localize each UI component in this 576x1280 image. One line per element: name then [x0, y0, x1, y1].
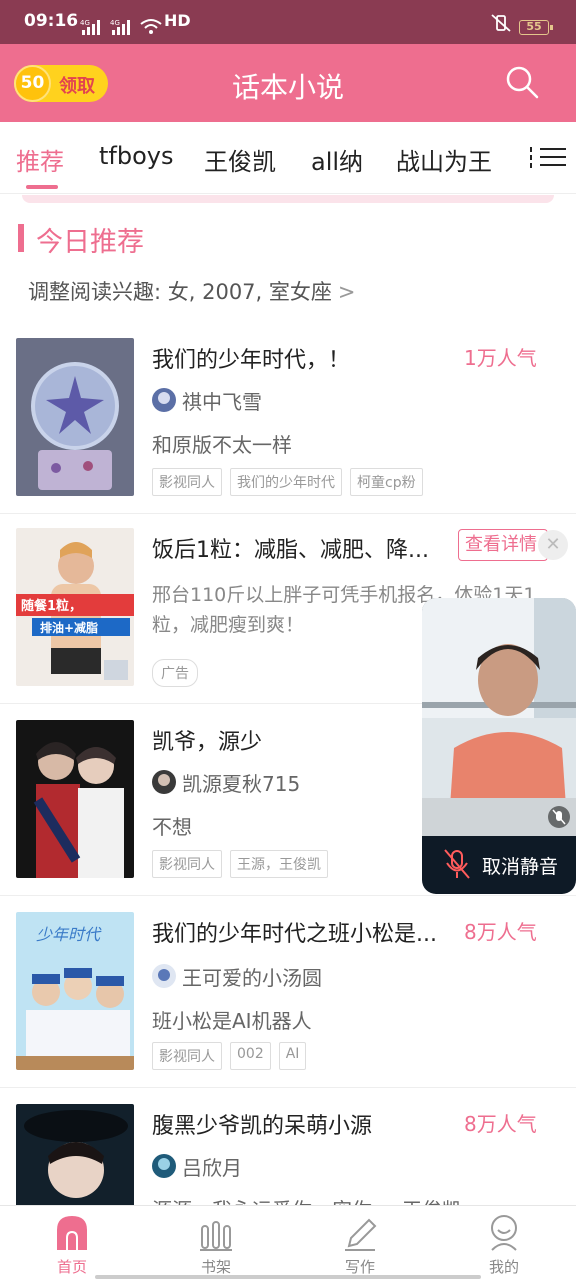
section-title: 今日推荐: [36, 227, 144, 258]
nav-label: 书架: [200, 1258, 231, 1276]
tag[interactable]: 王源，王俊凯: [230, 850, 328, 878]
nav-label: 首页: [56, 1258, 87, 1276]
book-card[interactable]: 我们的少年时代，！ 1万人气 祺中飞雪 和原版不太一样 影视同人 我们的少年时代…: [0, 322, 576, 514]
tab-allna[interactable]: all纳: [311, 142, 363, 177]
book-title: 凯爷，源少: [152, 730, 263, 755]
author-name: 祺中飞雪: [182, 390, 262, 414]
tag[interactable]: 002: [230, 1042, 271, 1070]
author-name: 吕欣月: [182, 1156, 242, 1180]
book-desc: 班小松是AI机器人: [152, 1009, 312, 1033]
author-name: 王可爱的小汤圆: [182, 966, 322, 990]
book-desc: 和原版不太一样: [152, 433, 292, 457]
book-popularity: 1万人气: [464, 346, 537, 370]
banner-edge: [22, 195, 554, 203]
author-avatar: [152, 770, 176, 794]
camera-preview: [422, 598, 576, 836]
tab-recommend[interactable]: 推荐: [16, 142, 64, 177]
book-cover: [16, 338, 134, 496]
nav-profile[interactable]: 我的: [432, 1206, 576, 1280]
nav-label: 我的: [488, 1258, 519, 1276]
bookshelf-icon: [200, 1221, 232, 1251]
tag[interactable]: 柯童cp粉: [350, 468, 423, 496]
profile-icon: [491, 1215, 517, 1251]
mic-off-small-icon: [548, 806, 570, 828]
tag[interactable]: 影视同人: [152, 1042, 222, 1070]
book-popularity: 8万人气: [464, 1112, 537, 1136]
author-avatar: [152, 388, 176, 412]
signal-2-icon: 4G: [110, 19, 130, 35]
author-avatar: [152, 964, 176, 988]
tag[interactable]: 影视同人: [152, 850, 222, 878]
svg-text:4G: 4G: [110, 19, 120, 27]
tab-wangjunkai[interactable]: 王俊凯: [204, 142, 276, 177]
book-cover: [16, 720, 134, 878]
ad-image-text-1: 随餐1粒，: [21, 598, 82, 614]
tab-tfboys[interactable]: tfboys: [99, 142, 173, 170]
mic-off-icon[interactable]: [442, 848, 472, 880]
book-popularity: 8万人气: [464, 920, 537, 944]
ad-badge: 广告: [152, 659, 198, 687]
search-icon[interactable]: [504, 64, 540, 100]
close-icon[interactable]: ✕: [538, 530, 568, 560]
status-time: 09:16: [24, 11, 79, 31]
view-details-button[interactable]: 查看详情: [458, 529, 548, 561]
adjust-interest-link[interactable]: 调整阅读兴趣: 女, 2007, 室女座 >: [28, 276, 356, 306]
ad-image-text-2: 排油+减脂: [40, 620, 98, 635]
menu-icon[interactable]: [528, 144, 568, 170]
battery-indicator: 55: [519, 20, 553, 35]
nav-label: 写作: [344, 1258, 375, 1276]
bottom-nav: 首页 书架 写作 我的: [0, 1205, 576, 1280]
book-tags: 影视同人 我们的少年时代 柯童cp粉: [152, 468, 423, 496]
network-type: HD: [164, 11, 191, 30]
book-title: 腹黑少爷凯的呆萌小源: [152, 1114, 373, 1139]
interest-text: 调整阅读兴趣: 女, 2007, 室女座: [28, 280, 332, 304]
vibrate-off-icon: [491, 14, 511, 32]
app-header: 50 领取 话本小说: [0, 44, 576, 122]
nav-write[interactable]: 写作: [288, 1206, 432, 1280]
tag[interactable]: 我们的少年时代: [230, 468, 342, 496]
signal-1-icon: 4G: [80, 19, 100, 35]
nav-home[interactable]: 首页: [0, 1206, 144, 1280]
pen-icon: [345, 1218, 377, 1251]
tag[interactable]: 影视同人: [152, 468, 222, 496]
book-cover: 少年时代: [16, 912, 134, 1070]
book-title: 我们的少年时代之班小松是...: [152, 922, 437, 947]
ad-image: 随餐1粒， 排油+减脂: [16, 528, 134, 686]
unmute-button[interactable]: 取消静音: [482, 852, 558, 879]
author-name: 凯源夏秋715: [182, 772, 301, 796]
active-tab-indicator: [26, 185, 58, 189]
book-desc: 不想: [152, 815, 192, 839]
book-title: 我们的少年时代，！: [152, 348, 351, 373]
home-icon: [57, 1216, 87, 1250]
chevron-right-icon: >: [337, 280, 356, 304]
book-tags: 影视同人 002 AI: [152, 1042, 307, 1070]
status-bar: 09:16 4G 4G HD 55: [0, 0, 576, 44]
home-indicator[interactable]: [95, 1275, 481, 1279]
wifi-icon: [140, 19, 162, 34]
svg-text:少年时代: 少年时代: [36, 925, 102, 944]
book-card[interactable]: 少年时代 我们的少年时代之班小松是... 8万人气 王可爱的小汤圆 班小松是AI…: [0, 896, 576, 1088]
tag[interactable]: AI: [278, 1042, 307, 1070]
svg-text:4G: 4G: [80, 19, 90, 27]
section-marker: [18, 224, 24, 252]
nav-bookshelf[interactable]: 书架: [144, 1206, 288, 1280]
app-title: 话本小说: [231, 71, 344, 104]
video-call-window[interactable]: 取消静音: [422, 598, 576, 894]
category-tabs: 推荐 tfboys 王俊凯 all纳 战山为王: [0, 122, 576, 194]
book-tags: 影视同人 王源，王俊凯: [152, 850, 328, 878]
ad-title: 饭后1粒：减脂、减肥、降...: [152, 538, 429, 563]
tab-zhanshan[interactable]: 战山为王: [396, 142, 492, 177]
author-avatar: [152, 1154, 176, 1178]
